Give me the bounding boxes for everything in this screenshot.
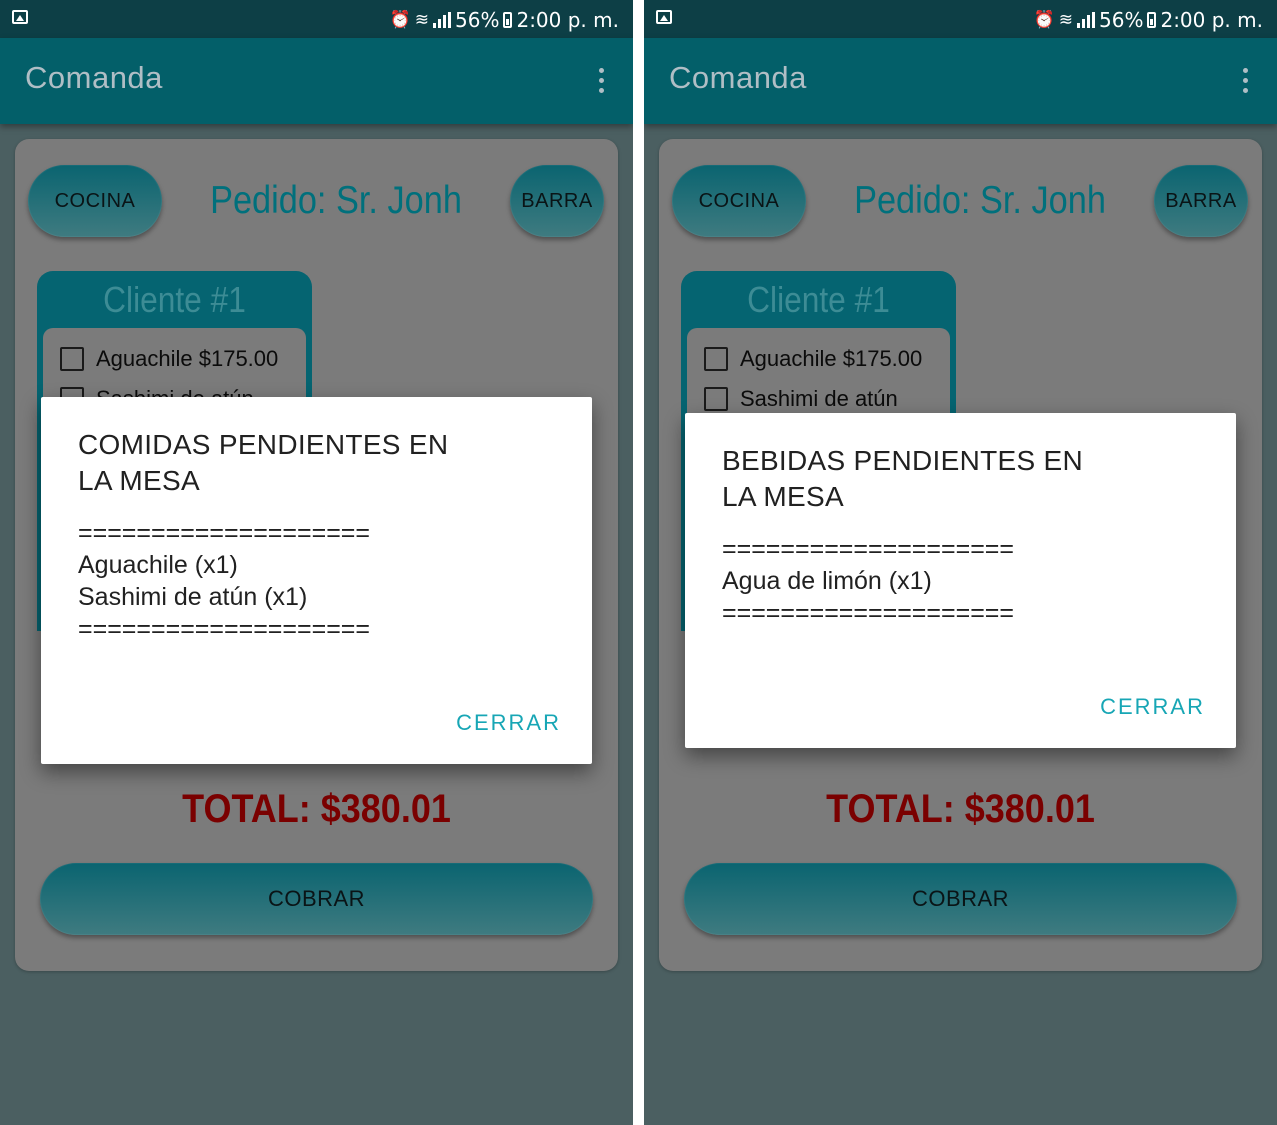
status-icons: ⏰ ≋ 56% 2:00 p. m. (1034, 6, 1263, 34)
dialog-line: Aguachile (x1) (78, 551, 238, 579)
dialog-title-line: COMIDAS PENDIENTES EN (78, 429, 449, 460)
dialog-line: Sashimi de atún (x1) (78, 583, 308, 611)
barra-button[interactable]: BARRA (510, 165, 604, 237)
gallery-icon (12, 10, 28, 24)
signal-icon (1077, 12, 1096, 28)
status-bar: ⏰ ≋ 56% 2:00 p. m. (0, 0, 633, 38)
dialog-title-line: LA MESA (722, 481, 844, 512)
cerrar-button[interactable]: CERRAR (1100, 694, 1205, 720)
dialog-message: ==================== Aguachile (x1) Sash… (78, 517, 548, 645)
dialog-title: BEBIDAS PENDIENTES EN LA MESA (722, 443, 1122, 515)
list-item[interactable]: Sashimi de atún (704, 384, 898, 414)
client-title: Cliente #1 (747, 279, 890, 320)
battery-icon (1147, 12, 1157, 28)
list-item[interactable]: Aguachile $175.00 (704, 344, 922, 374)
clock: 2:00 p. m. (516, 8, 619, 32)
checkbox-icon[interactable] (60, 347, 84, 371)
overflow-menu-icon[interactable] (599, 68, 605, 94)
item-label: Sashimi de atún (740, 386, 898, 411)
dialog-message: ==================== Agua de limón (x1) … (722, 533, 1192, 629)
barra-button[interactable]: BARRA (1154, 165, 1248, 237)
clock: 2:00 p. m. (1160, 8, 1263, 32)
dialog-line: ==================== (722, 535, 1014, 563)
app-toolbar: Comanda (644, 38, 1277, 124)
wifi-icon: ≋ (414, 9, 430, 30)
dialog-title-line: BEBIDAS PENDIENTES EN (722, 445, 1084, 476)
dialog-title-line: LA MESA (78, 465, 200, 496)
order-title: Pedido: Sr. Jonh (210, 179, 462, 222)
client-title: Cliente #1 (103, 279, 246, 320)
cocina-button[interactable]: COCINA (672, 165, 806, 237)
item-label: Aguachile $175.00 (96, 346, 279, 371)
gallery-icon (656, 10, 672, 24)
app-toolbar: Comanda (0, 38, 633, 124)
toolbar-title: Comanda (25, 60, 163, 95)
pending-dialog: BEBIDAS PENDIENTES EN LA MESA ==========… (685, 413, 1236, 748)
wifi-icon: ≋ (1058, 9, 1074, 30)
cobrar-button[interactable]: COBRAR (684, 863, 1237, 935)
battery-icon (503, 12, 513, 28)
item-label: Aguachile $175.00 (740, 346, 923, 371)
cerrar-button[interactable]: CERRAR (456, 710, 561, 736)
overflow-menu-icon[interactable] (1243, 68, 1249, 94)
dialog-line: ==================== (78, 615, 370, 643)
dialog-line: ==================== (78, 519, 370, 547)
total-label: TOTAL: $380.01 (182, 787, 451, 831)
phone-screen-food: ⏰ ≋ 56% 2:00 p. m. Comanda COCINA Pedido… (0, 0, 633, 1125)
cobrar-button[interactable]: COBRAR (40, 863, 593, 935)
battery-percent: 56% (455, 8, 500, 32)
pending-dialog: COMIDAS PENDIENTES EN LA MESA ==========… (41, 397, 592, 764)
alarm-icon: ⏰ (1033, 9, 1055, 30)
battery-percent: 56% (1099, 8, 1144, 32)
checkbox-icon[interactable] (704, 387, 728, 411)
dialog-line: ==================== (722, 599, 1014, 627)
alarm-icon: ⏰ (389, 9, 411, 30)
status-bar: ⏰ ≋ 56% 2:00 p. m. (644, 0, 1277, 38)
cocina-button[interactable]: COCINA (28, 165, 162, 237)
checkbox-icon[interactable] (704, 347, 728, 371)
order-title: Pedido: Sr. Jonh (854, 179, 1106, 222)
status-icons: ⏰ ≋ 56% 2:00 p. m. (390, 6, 619, 34)
dialog-line: Agua de limón (x1) (722, 567, 932, 595)
signal-icon (433, 12, 452, 28)
dialog-title: COMIDAS PENDIENTES EN LA MESA (78, 427, 478, 499)
toolbar-title: Comanda (669, 60, 807, 95)
phone-screen-drinks: ⏰ ≋ 56% 2:00 p. m. Comanda COCINA Pedido… (644, 0, 1277, 1125)
list-item[interactable]: Aguachile $175.00 (60, 344, 278, 374)
total-label: TOTAL: $380.01 (826, 787, 1095, 831)
